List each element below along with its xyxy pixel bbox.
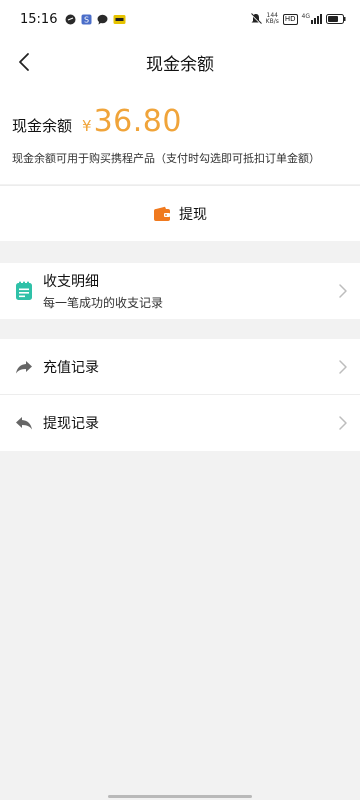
- shield-app-icon: S: [81, 14, 92, 24]
- recharge-icon-wrap: [14, 357, 34, 377]
- signal-label: 4G: [301, 13, 310, 20]
- chevron-right-icon: [339, 416, 347, 430]
- battery-icon: [326, 14, 346, 24]
- withdraw-records-row[interactable]: 提现记录: [0, 395, 360, 451]
- hd-icon: HD: [282, 13, 298, 25]
- chevron-right-icon: [339, 360, 347, 374]
- income-expense-detail-row[interactable]: 收支明细 每一笔成功的收支记录: [0, 263, 360, 319]
- status-bar: 15:16 S 144 KB/s HD 4G: [0, 0, 360, 38]
- balance-card: 现金余额 ¥ 36.80 现金余额可用于购买携程产品（支付时勾选即可抵扣订单金额…: [0, 86, 360, 184]
- home-indicator[interactable]: [108, 795, 252, 798]
- reply-arrow-icon: [16, 417, 32, 430]
- chat-bubble-icon: [97, 14, 108, 24]
- notepad-icon: [16, 281, 32, 300]
- balance-label: 现金余额: [12, 117, 73, 135]
- wallet-icon: [154, 206, 170, 221]
- notification-badge-icon: [113, 14, 126, 24]
- detail-title: 收支明细: [43, 274, 99, 290]
- balance-note: 现金余额可用于购买携程产品（支付时勾选即可抵扣订单金额）: [12, 152, 320, 165]
- detail-section: 收支明细 每一笔成功的收支记录: [0, 263, 360, 319]
- detail-icon-wrap: [14, 281, 34, 301]
- back-button[interactable]: [12, 50, 36, 74]
- detail-texts: 收支明细 每一笔成功的收支记录: [43, 271, 163, 311]
- signal-icon: 4G: [302, 14, 322, 24]
- status-left-icons: S: [65, 14, 126, 25]
- currency-symbol: ¥: [82, 117, 92, 135]
- withdraw-button[interactable]: 提现: [0, 185, 360, 241]
- chevron-left-icon: [19, 53, 29, 71]
- recharge-records-label: 充值记录: [43, 360, 99, 376]
- records-section: 充值记录 提现记录: [0, 339, 360, 451]
- detail-subtitle: 每一笔成功的收支记录: [43, 296, 164, 310]
- balance-row: 现金余额 ¥ 36.80: [12, 104, 182, 139]
- svg-text:S: S: [84, 15, 89, 24]
- network-speed-unit: KB/s: [265, 18, 279, 25]
- nav-bar: 现金余额: [0, 38, 360, 86]
- withdraw-records-label: 提现记录: [43, 416, 99, 432]
- withdraw-records-icon-wrap: [14, 413, 34, 433]
- recharge-records-row[interactable]: 充值记录: [0, 339, 360, 395]
- network-speed-indicator: 144 KB/s: [266, 13, 279, 25]
- link-app-icon: [65, 14, 76, 24]
- forward-arrow-icon: [16, 361, 32, 374]
- status-right-icons: 144 KB/s HD 4G: [250, 13, 346, 25]
- balance-amount: 36.80: [93, 104, 182, 139]
- page-title: 现金余额: [146, 54, 214, 75]
- withdraw-label: 提现: [179, 206, 207, 223]
- chevron-right-icon: [339, 284, 347, 298]
- mute-icon: [250, 13, 262, 25]
- status-time: 15:16: [20, 11, 58, 27]
